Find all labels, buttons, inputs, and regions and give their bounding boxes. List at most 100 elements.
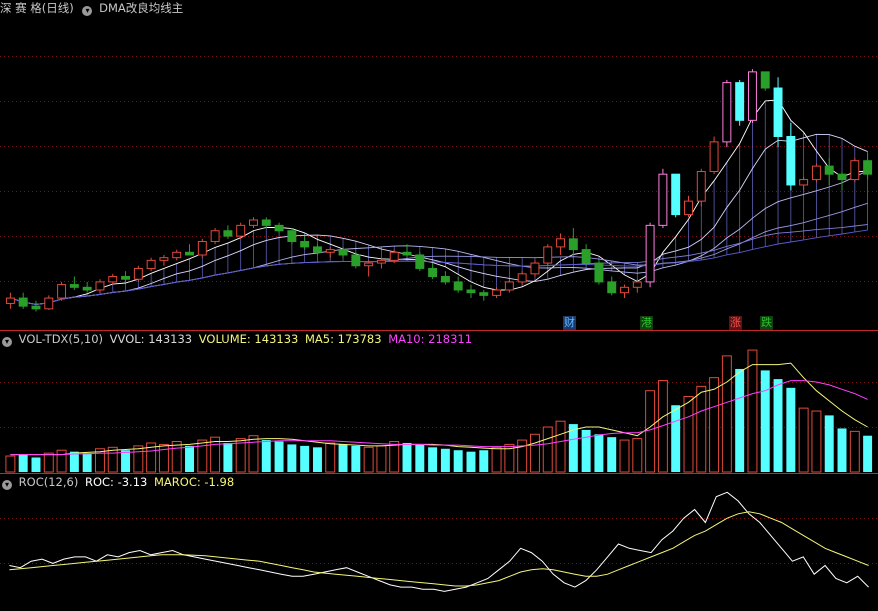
roc-readout: ROC: -3.13: [84, 475, 148, 489]
candle-body: [556, 238, 566, 248]
volume-bar: [428, 447, 438, 472]
volume-bar: [837, 428, 847, 472]
volume-bar: [312, 447, 322, 472]
candle-body: [594, 262, 604, 283]
volume-bar: [402, 442, 412, 472]
chevron-down-icon[interactable]: ▾: [2, 337, 12, 347]
volume-bar: [171, 441, 182, 473]
ma5-readout: MA5: 173783: [305, 332, 382, 346]
volume-bar: [261, 440, 271, 472]
volume-bar: [158, 443, 169, 473]
volume-bar: [5, 455, 16, 473]
candle-body: [210, 230, 220, 243]
volume-bar: [607, 437, 617, 472]
volume-bar: [542, 426, 553, 473]
chevron-down-icon[interactable]: ▾: [2, 480, 12, 490]
volume-bar: [786, 387, 796, 472]
candle-body: [133, 267, 143, 280]
chevron-down-icon[interactable]: ▾: [82, 6, 93, 16]
volume-bar: [619, 439, 630, 473]
ma10-readout: MA10: 218311: [388, 332, 473, 346]
candle-body: [684, 200, 693, 216]
candle-body: [312, 246, 322, 253]
volume-bar: [696, 385, 707, 473]
event-tag-fall[interactable]: 跌: [760, 316, 773, 330]
volume-bar: [517, 439, 528, 473]
candle-body: [389, 251, 399, 261]
ma-line: [10, 229, 868, 305]
candle-body: [696, 171, 706, 202]
event-tag-hk[interactable]: 港: [640, 316, 653, 330]
event-tag-finance[interactable]: 财: [563, 316, 576, 330]
candle-body: [69, 284, 79, 288]
candle-body: [645, 224, 655, 283]
candle-body: [440, 276, 450, 283]
candle-body: [376, 259, 386, 264]
volume-bar: [82, 453, 92, 472]
volume-bar: [594, 434, 604, 472]
candle-body: [5, 297, 15, 304]
volume-bar: [69, 451, 79, 472]
candle-body: [863, 160, 873, 175]
volume-bar: [43, 452, 54, 473]
roc-lines: [9, 491, 869, 592]
candle-body: [44, 297, 54, 310]
roc-indicator-name[interactable]: ROC(12,6): [19, 475, 79, 489]
volume-bar: [223, 442, 233, 472]
candle-body: [249, 219, 258, 226]
volume-bar: [185, 445, 194, 472]
volume-bar: [415, 444, 425, 472]
main-indicator-name[interactable]: DMA改良均线主: [99, 1, 183, 15]
candle-body: [415, 254, 425, 269]
volume-bar: [363, 446, 374, 473]
volume-bar: [274, 441, 284, 472]
main-chart-header: 深 赛 格(日线) ▾ DMA改良均线主: [0, 0, 186, 16]
volume-bar: [773, 379, 783, 472]
volume-bar: [735, 368, 745, 472]
candle-body: [824, 165, 834, 175]
candle-body: [402, 251, 412, 256]
candle-body: [172, 251, 182, 259]
volume-bar: [645, 390, 656, 473]
candle-body: [300, 241, 310, 248]
volume-bar: [440, 448, 450, 472]
candle-body: [57, 284, 67, 299]
volume-bar: [479, 450, 489, 472]
volume-bar: [747, 349, 758, 473]
candle-body: [492, 289, 502, 296]
event-tag-rise[interactable]: 涨: [729, 316, 742, 330]
candle-body: [530, 262, 540, 275]
volume-bar: [555, 420, 566, 473]
volume-header: ▾ VOL-TDX(5,10) VVOL: 143133 VOLUME: 143…: [0, 331, 475, 347]
candle-body: [31, 305, 41, 310]
volume-bar: [632, 438, 643, 473]
volume-readout: VOLUME: 143133: [198, 332, 299, 346]
candle-body: [197, 241, 207, 256]
candle-body: [735, 82, 745, 121]
candle-body: [236, 224, 246, 237]
volume-bar: [325, 442, 336, 473]
candle-body: [786, 135, 796, 186]
volume-bar: [121, 450, 131, 472]
candle-body: [18, 297, 28, 307]
candle-body: [479, 292, 489, 296]
candle-body: [351, 254, 361, 267]
volume-bar: [338, 444, 348, 472]
volume-bar: [709, 377, 720, 473]
event-tag-label: 跌: [761, 316, 772, 329]
candle-body: [811, 165, 821, 181]
candle-body: [364, 262, 374, 267]
volume-bar: [671, 405, 681, 472]
candle-body: [760, 71, 770, 89]
volume-indicator-name[interactable]: VOL-TDX(5,10): [19, 332, 103, 346]
event-tag-label: 港: [641, 316, 652, 329]
volume-bar: [849, 430, 860, 473]
volume-bar: [287, 444, 297, 472]
volume-bar: [491, 446, 502, 473]
volume-bar: [248, 435, 259, 473]
volume-bar: [721, 355, 732, 473]
volume-bar: [811, 410, 822, 473]
candle-body: [121, 276, 131, 280]
candle-body: [428, 267, 438, 278]
volume-bar: [824, 415, 834, 472]
